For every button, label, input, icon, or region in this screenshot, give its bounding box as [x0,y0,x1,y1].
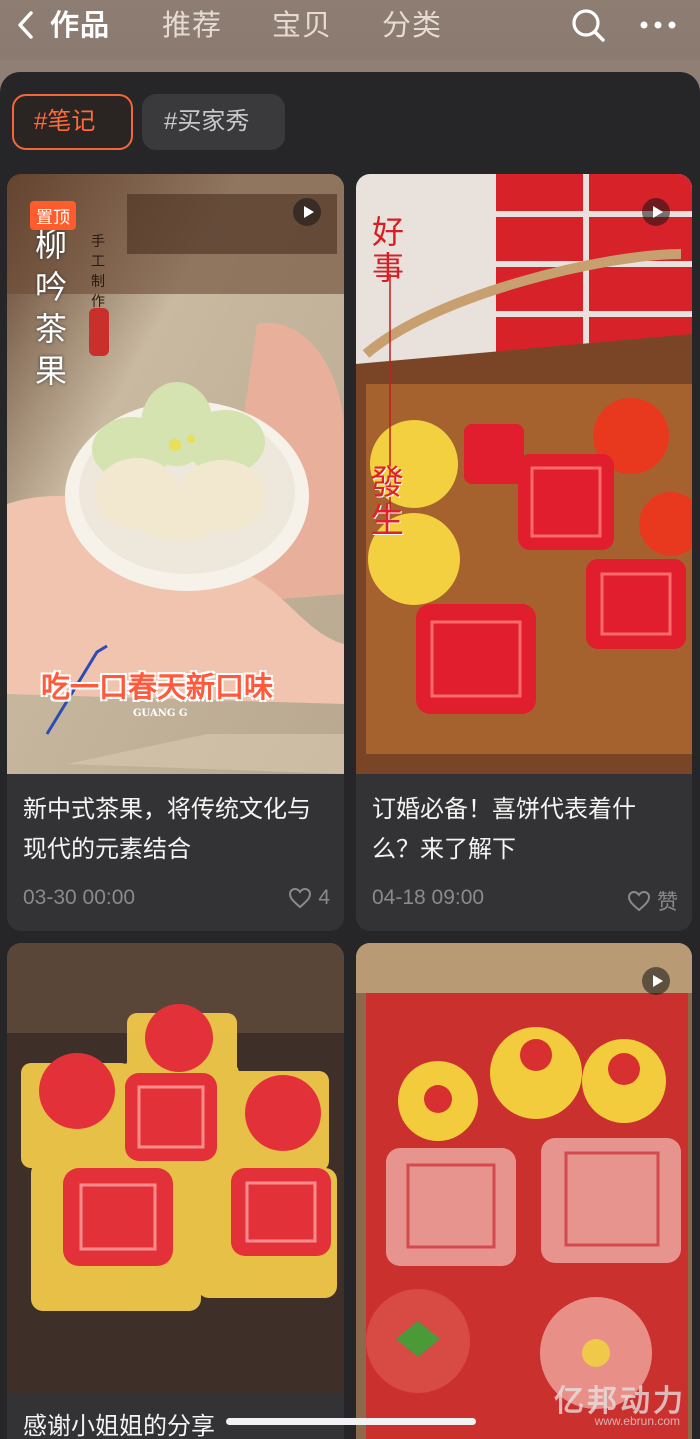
post-date: 04-18 09:00 [372,886,485,909]
video-play-icon [642,967,670,995]
post-image [7,943,344,1393]
video-play-icon [293,198,321,226]
post-card[interactable]: 感谢小姐姐的分享 [7,943,344,1439]
search-icon[interactable] [570,7,606,43]
seal-stamp [89,308,109,356]
tab-works[interactable]: 作品 [50,6,110,46]
image-caption: 吃一口春天新口味 [41,670,274,704]
watermark-url: www.ebrun.com [594,1414,680,1428]
post-date: 03-30 00:00 [23,886,136,909]
post-image [356,943,692,1439]
post-card[interactable]: 好事 發生 订婚必备！喜饼代表着什么？来了解下 04-18 09:00 赞 [356,174,692,931]
filter-buyer-show[interactable]: #买家秀 [142,94,285,150]
post-title: 新中式茶果，将传统文化与现代的元素结合 [23,796,311,863]
post-card[interactable] [356,943,692,1439]
tab-categories[interactable]: 分类 [382,6,442,46]
more-icon[interactable] [638,16,678,34]
filter-notes[interactable]: #笔记 [12,94,133,150]
image-vertical-title: 柳吟茶果 [35,226,68,390]
tab-products[interactable]: 宝贝 [272,6,332,46]
home-indicator[interactable] [226,1418,476,1425]
video-play-icon [642,198,670,226]
pinned-badge: 置顶 [30,201,76,230]
like-count: 赞 [657,891,678,914]
image-brand: GUANG G [133,708,188,719]
tab-recommended[interactable]: 推荐 [162,6,222,46]
heart-icon [289,887,312,909]
image-text-top: 好事 [372,213,405,287]
back-icon[interactable] [12,8,42,42]
image-text-bottom: 發生 [370,463,404,541]
like-button[interactable]: 赞 [627,886,678,916]
like-button[interactable]: 4 [288,886,330,910]
like-count: 4 [318,886,330,909]
post-title: 订婚必备！喜饼代表着什么？来了解下 [372,796,636,863]
post-card[interactable]: 柳吟茶果 手工制作 吃一口春天新口味 GUANG G 新中式茶果，将传统文化与现… [7,174,344,931]
heart-icon [627,890,651,912]
image-side-text: 手工制作 [91,234,105,310]
